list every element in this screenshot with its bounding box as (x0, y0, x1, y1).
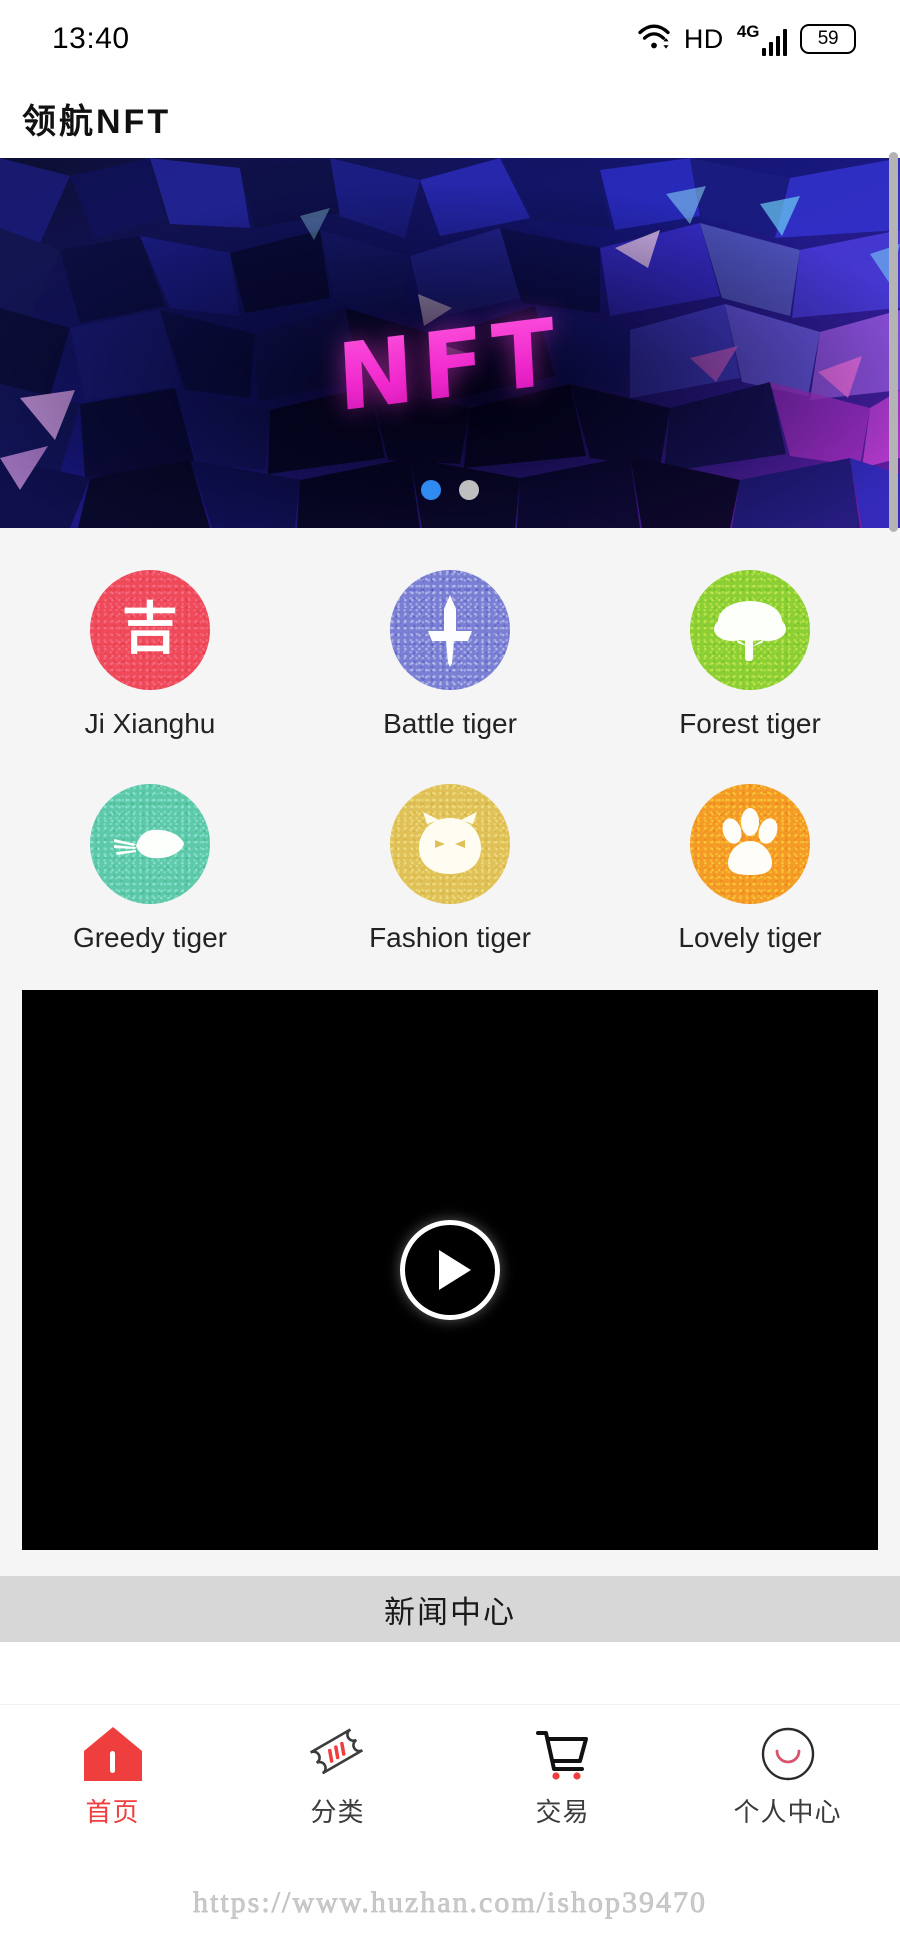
carousel-dot-active[interactable] (421, 480, 441, 500)
vertical-scrollbar[interactable] (889, 152, 898, 532)
bottom-navigation: 首页 分类 交易 个人中心 (0, 1704, 900, 1844)
tab-trade[interactable]: 交易 (450, 1721, 675, 1829)
news-center-section: 新闻中心 (0, 1576, 900, 1642)
play-triangle (438, 1250, 471, 1290)
category-label: Forest tiger (679, 708, 821, 739)
sword-icon (390, 570, 510, 690)
luck-character-icon: 吉 (90, 570, 210, 690)
status-indicators: HD 4G 59 (637, 23, 856, 56)
tab-categories[interactable]: 分类 (225, 1721, 450, 1829)
category-section: 吉 Ji Xianghu Battle tiger Forest tiger G… (0, 528, 900, 990)
tab-personal-center[interactable]: 个人中心 (675, 1721, 900, 1829)
category-item-battle-tiger[interactable]: Battle tiger (300, 570, 600, 740)
category-item-lovely-tiger[interactable]: Lovely tiger (600, 784, 900, 954)
tab-label: 个人中心 (733, 1796, 842, 1827)
play-button-icon[interactable] (400, 1220, 500, 1320)
wifi-icon (637, 23, 671, 56)
tab-label: 首页 (85, 1796, 140, 1827)
cart-icon (532, 1721, 594, 1783)
watermark-url: https://www.huzhan.com/ishop39470 (192, 1886, 708, 1920)
category-glyph: 吉 (122, 597, 178, 662)
status-bar: 13:40 HD 4G 59 (0, 0, 900, 78)
page-title: 领航NFT (22, 102, 172, 141)
category-item-forest-tiger[interactable]: Forest tiger (600, 570, 900, 740)
carousel-dots[interactable] (421, 480, 479, 500)
category-item-fashion-tiger[interactable]: Fashion tiger (300, 784, 600, 954)
banner-carousel[interactable]: NFT (0, 158, 900, 528)
signal-bars (761, 28, 787, 56)
home-icon (82, 1721, 144, 1783)
battery-level: 59 (817, 28, 839, 49)
network-type-label: 4G (736, 21, 760, 41)
hd-label: HD (683, 23, 724, 54)
video-player[interactable] (22, 990, 878, 1550)
carousel-dot-inactive[interactable] (459, 480, 479, 500)
tab-label: 交易 (535, 1796, 590, 1827)
category-item-greedy-tiger[interactable]: Greedy tiger (0, 784, 300, 954)
fork-icon (90, 784, 210, 904)
tab-label: 分类 (310, 1796, 365, 1827)
signal-bars-icon: 4G (737, 23, 787, 56)
category-label: Fashion tiger (369, 922, 531, 953)
smiley-face-icon (757, 1721, 819, 1783)
app-header: 领航NFT (0, 78, 900, 158)
category-grid: 吉 Ji Xianghu Battle tiger Forest tiger G… (0, 570, 900, 954)
tree-icon (690, 570, 810, 690)
news-section-title: 新闻中心 (384, 1594, 516, 1630)
ticket-icon (307, 1721, 369, 1783)
status-clock: 13:40 (52, 22, 130, 55)
video-section (0, 990, 900, 1576)
category-label: Battle tiger (383, 708, 517, 739)
category-item-ji-xianghu[interactable]: 吉 Ji Xianghu (0, 570, 300, 740)
paw-print-icon (690, 784, 810, 904)
category-label: Lovely tiger (678, 922, 822, 953)
battery-icon: 59 (800, 24, 856, 54)
category-label: Greedy tiger (72, 922, 228, 953)
cat-face-icon (390, 784, 510, 904)
tab-home[interactable]: 首页 (0, 1721, 225, 1829)
category-label: Ji Xianghu (84, 708, 216, 739)
